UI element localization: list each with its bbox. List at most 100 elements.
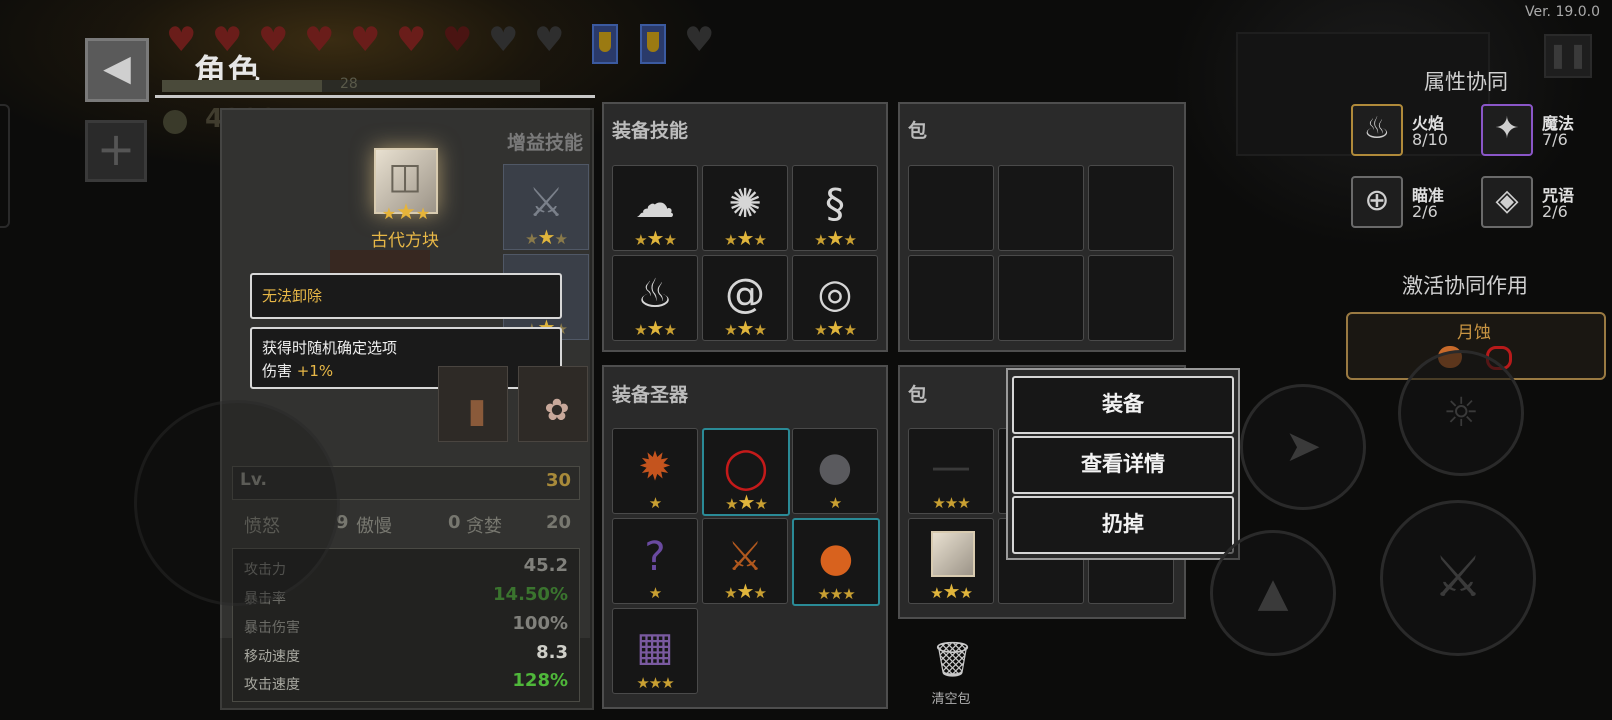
equip-button[interactable]: 装备 (1012, 376, 1234, 434)
skill-slot[interactable]: @ ★★★ (702, 255, 788, 341)
star-rating: ★★★ (724, 316, 767, 340)
heart-icon: ♥ (350, 20, 381, 60)
bag-slot-selected[interactable]: ★★★ (908, 518, 994, 604)
clear-bag-label[interactable]: 清空包 (920, 688, 982, 707)
synergy-title: 属性协同 (1424, 70, 1508, 94)
back-button[interactable]: ◀ (85, 38, 149, 102)
skill-button[interactable]: ☼ (1398, 350, 1524, 476)
star-rating: ★★★ (636, 674, 674, 692)
character-equipment-slot[interactable]: ▮ (438, 366, 508, 442)
stat-value: 128% (512, 670, 568, 691)
bag-slot[interactable] (998, 255, 1084, 341)
star-rating: ★ (648, 494, 662, 512)
skill-slot[interactable]: ☁ ★★★ (612, 165, 698, 251)
joystick[interactable] (134, 400, 340, 606)
item-star-rating: ★★★ (381, 200, 431, 225)
stat-label: 暴击伤害 (244, 620, 300, 636)
synergy-aim-count: 2/6 (1412, 202, 1438, 221)
dash-button[interactable]: ➤ (1240, 384, 1366, 510)
stat-value: 14.50% (493, 584, 568, 605)
equip-skills-title: 装备技能 (612, 120, 689, 142)
flame-orb-icon: ✹ (638, 444, 672, 490)
empty-heart-icon: ♥ (684, 20, 715, 60)
bag-slot[interactable]: — ★★★ (908, 428, 994, 514)
relic-slot[interactable]: ? ★ (612, 518, 698, 604)
pause-icon: ❚❚ (1547, 41, 1589, 69)
plus-icon: + (96, 122, 136, 176)
star-rating: ★★★ (724, 226, 767, 250)
bag-slot[interactable] (1088, 165, 1174, 251)
smoke-cloud-icon: ☁ (635, 181, 675, 227)
skill-slot[interactable]: § ★★★ (792, 165, 878, 251)
sword-icon: ⚔ (528, 180, 564, 226)
scroll-icon: ▮ (467, 391, 487, 431)
trash-icon[interactable]: 🗑 (931, 640, 974, 682)
bag-slot[interactable] (908, 165, 994, 251)
skill-slot[interactable]: ✺ ★★★ (702, 165, 788, 251)
skill-slot[interactable]: ◎ ★★★ (792, 255, 878, 341)
empty-heart-icon: ♥ (488, 20, 519, 60)
sword-icon: ⚔ (1432, 545, 1484, 610)
heart-icon: ♥ (166, 20, 197, 60)
version-label: Ver. 19.0.0 (1524, 4, 1600, 20)
curse-hook-icon: ? (644, 534, 666, 580)
fire-orb-icon: ◎ (817, 271, 853, 317)
title-divider (155, 95, 595, 98)
heart-icon: ♥ (396, 20, 427, 60)
sin-pride-value: 0 (448, 512, 461, 533)
left-edge-tab[interactable] (0, 104, 10, 228)
rock-icon: ● (817, 444, 853, 490)
bag-slot[interactable] (908, 255, 994, 341)
star-rating: ★ (648, 584, 662, 602)
flame-spirit-icon: ♨ (637, 271, 673, 317)
view-details-button[interactable]: 查看详情 (1012, 436, 1234, 494)
pause-button[interactable]: ❚❚ (1544, 34, 1592, 78)
star-rating: ★★★ (725, 490, 768, 514)
star-rating: ★★★ (814, 226, 857, 250)
crosshair-icon: ⊕ (1351, 176, 1403, 228)
star-rating: ★★★ (817, 585, 855, 603)
relic-slot[interactable]: ● ★ (792, 428, 878, 514)
add-button[interactable]: + (85, 120, 147, 182)
relic-slot[interactable]: ◯ ★★★ (702, 428, 790, 516)
sin-pride-label: 傲慢 (356, 516, 392, 537)
dagger-icon: — (931, 444, 971, 490)
star-rating: ★★★ (525, 225, 568, 249)
buff-skill-slot[interactable]: ⚔ ★★★ (503, 164, 589, 250)
heart-icon: ♥ (304, 20, 335, 60)
shield-icon (592, 24, 618, 64)
discard-button[interactable]: 扔掉 (1012, 496, 1234, 554)
synergy-spell-count: 2/6 (1542, 202, 1568, 221)
fire-sword-icon: ⚔ (727, 534, 763, 580)
skill-slot[interactable]: ♨ ★★★ (612, 255, 698, 341)
tooltip-effect-line1: 获得时随机确定选项 (262, 339, 398, 357)
synergy-magic-count: 7/6 (1542, 130, 1568, 149)
star-rating: ★★★ (724, 579, 767, 603)
heart-icon: ♥ (442, 20, 473, 60)
star-rating: ★★★ (814, 316, 857, 340)
gold-coin-icon (163, 110, 187, 134)
boot-icon: ▲ (1257, 570, 1289, 616)
xp-bar-fill (162, 80, 322, 92)
damage-label: 伤害 (262, 362, 297, 380)
relic-slot[interactable]: ● ★★★ (792, 518, 880, 606)
item-name: 古代方块 (371, 231, 439, 251)
attack-button[interactable]: ⚔ (1380, 500, 1536, 656)
sin-greed-label: 贪婪 (466, 516, 502, 537)
stat-value: 100% (512, 613, 568, 634)
relic-slot[interactable]: ▦ ★★★ (612, 608, 698, 694)
back-arrow-icon: ◀ (103, 48, 131, 89)
relic-slot[interactable]: ⚔ ★★★ (702, 518, 788, 604)
character-equipment-slot[interactable]: ✿ (518, 366, 588, 442)
bag-slot[interactable] (1088, 255, 1174, 341)
star-rating: ★★★ (634, 316, 677, 340)
relic-slot[interactable]: ✹ ★ (612, 428, 698, 514)
synergy-fire-count: 8/10 (1412, 130, 1448, 149)
dash-arrow-icon: ➤ (1284, 421, 1322, 472)
vortex-icon: @ (725, 271, 765, 317)
sin-greed-value: 20 (546, 512, 572, 533)
xp-value: 28 (340, 76, 358, 92)
bag-slot[interactable] (998, 165, 1084, 251)
jump-button[interactable]: ▲ (1210, 530, 1336, 656)
explosion-icon: ✺ (728, 181, 762, 227)
